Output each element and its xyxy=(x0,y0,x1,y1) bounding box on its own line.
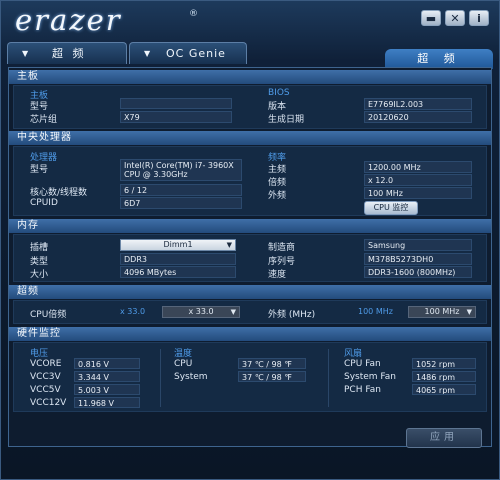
volt-value: 5.003 V xyxy=(74,384,140,395)
oc-ext-select-value: 100 MHz xyxy=(424,307,460,316)
model-label: 型号 xyxy=(30,102,49,112)
chevron-down-icon: ▼ xyxy=(230,308,236,316)
ext-freq-value: 100 MHz xyxy=(364,187,472,199)
temp-label: System xyxy=(174,372,208,382)
speed-label: 速度 xyxy=(268,270,287,280)
mult-value: x 12.0 xyxy=(364,174,472,186)
slot-select-value: Dimm1 xyxy=(163,240,193,249)
cpuid-label: CPUID xyxy=(30,198,58,208)
volt-label: VCC3V xyxy=(30,372,61,382)
mem-size-label: 大小 xyxy=(30,270,49,280)
bios-date-label: 生成日期 xyxy=(268,115,305,125)
mem-size-value: 4096 MBytes xyxy=(120,266,236,278)
chipset-value: X79 xyxy=(120,111,232,123)
serial-value: M378B5273DH0 xyxy=(364,253,472,265)
memory-panel: 插槽 Dimm1 ▼ 类型 DDR3 大小 4096 MBytes 制造商 Sa… xyxy=(13,234,487,282)
chevron-down-icon: ▼ xyxy=(22,49,29,58)
maker-value: Samsung xyxy=(364,239,472,251)
oc-ext-select[interactable]: 100 MHz ▼ xyxy=(408,306,476,318)
model-value xyxy=(120,98,232,109)
voltage-title: 电压 xyxy=(30,349,49,359)
freq-label: 主频 xyxy=(268,165,287,175)
bios-version-value: E7769IL2.003 xyxy=(364,98,472,110)
title-bar: erazer ® ▬ ✕ i xyxy=(1,1,499,37)
mult-label: 倍频 xyxy=(268,178,287,188)
app-window: erazer ® ▬ ✕ i ▼ 超 频 ▼ OC Genie 超 频 主板 主… xyxy=(0,0,500,480)
subheader-bios: BIOS xyxy=(268,88,290,98)
fan-label: CPU Fan xyxy=(344,359,381,369)
cpuid-value: 6D7 xyxy=(120,197,242,209)
registered-mark: ® xyxy=(189,9,198,19)
fan-label: PCH Fan xyxy=(344,385,381,395)
fan-value: 1486 rpm xyxy=(412,371,476,382)
section-header-overclock: 超频 xyxy=(9,285,491,299)
close-button[interactable]: ✕ xyxy=(445,10,465,26)
temp-label: CPU xyxy=(174,359,193,369)
volt-label: VCC12V xyxy=(30,398,67,408)
apply-button[interactable]: 应用 xyxy=(406,428,482,448)
oc-ext-current: 100 MHz xyxy=(358,307,393,316)
minimize-button[interactable]: ▬ xyxy=(421,10,441,26)
cores-label: 核心数/线程数 xyxy=(30,188,88,198)
cpu-monitor-button[interactable]: CPU 监控 xyxy=(364,201,418,215)
hwmon-panel: 电压 VCORE 0.816 V VCC3V 3.344 V VCC5V 5.0… xyxy=(13,342,487,412)
divider xyxy=(160,349,161,407)
ext-freq-label: 外频 xyxy=(268,191,287,201)
temp-value: 37 ℃ / 98 ℉ xyxy=(238,358,306,369)
volt-value: 11.968 V xyxy=(74,397,140,408)
bios-version-label: 版本 xyxy=(268,102,287,112)
cpu-mult-label: CPU倍频 xyxy=(30,310,67,320)
cpu-mult-select[interactable]: x 33.0 ▼ xyxy=(162,306,240,318)
chevron-down-icon: ▼ xyxy=(466,308,472,316)
serial-label: 序列号 xyxy=(268,257,296,267)
slot-select[interactable]: Dimm1 ▼ xyxy=(120,239,236,251)
cpu-model-value: Intel(R) Core(TM) i7- 3960X CPU @ 3.30GH… xyxy=(120,159,242,181)
cpu-mult-select-value: x 33.0 xyxy=(188,307,214,316)
overclock-panel: CPU倍频 x 33.0 x 33.0 ▼ 外频 (MHz) 100 MHz 1… xyxy=(13,300,487,324)
tab-label: 超 频 xyxy=(52,47,87,60)
chipset-label: 芯片组 xyxy=(30,115,58,125)
chevron-down-icon: ▼ xyxy=(144,49,151,58)
volt-value: 3.344 V xyxy=(74,371,140,382)
tab-bar: ▼ 超 频 ▼ OC Genie 超 频 xyxy=(1,39,499,69)
mem-type-label: 类型 xyxy=(30,257,49,267)
chevron-down-icon: ▼ xyxy=(226,241,232,249)
volt-label: VCC5V xyxy=(30,385,61,395)
volt-value: 0.816 V xyxy=(74,358,140,369)
section-header-motherboard: 主板 xyxy=(9,70,491,84)
temperature-title: 温度 xyxy=(174,349,193,359)
cores-value: 6 / 12 xyxy=(120,184,242,196)
cpu-panel: 处理器 型号 Intel(R) Core(TM) i7- 3960X CPU @… xyxy=(13,146,487,216)
motherboard-panel: 主板 型号 芯片组 X79 BIOS 版本 E7769IL2.003 生成日期 … xyxy=(13,85,487,129)
tab-overclock-active[interactable]: 超 频 xyxy=(385,49,493,69)
bios-date-value: 20120620 xyxy=(364,111,472,123)
freq-value: 1200.00 MHz xyxy=(364,161,472,173)
oc-ext-label: 外频 (MHz) xyxy=(268,310,316,320)
cpu-model-label: 型号 xyxy=(30,165,49,175)
fan-title: 风扇 xyxy=(344,349,363,359)
tab-overclock-dropdown[interactable]: ▼ 超 频 xyxy=(7,42,127,64)
cpu-mult-current: x 33.0 xyxy=(120,307,146,316)
fan-label: System Fan xyxy=(344,372,396,382)
main-panel: 主板 主板 型号 芯片组 X79 BIOS 版本 E7769IL2.003 生成… xyxy=(8,67,492,447)
divider xyxy=(328,349,329,407)
volt-label: VCORE xyxy=(30,359,62,369)
section-header-hwmon: 硬件监控 xyxy=(9,327,491,341)
fan-value: 1052 rpm xyxy=(412,358,476,369)
speed-value: DDR3-1600 (800MHz) xyxy=(364,266,472,278)
slot-label: 插槽 xyxy=(30,243,49,253)
info-button[interactable]: i xyxy=(469,10,489,26)
erazer-logo: erazer xyxy=(15,3,122,37)
section-header-memory: 内存 xyxy=(9,219,491,233)
tab-oc-genie[interactable]: ▼ OC Genie xyxy=(129,42,247,64)
temp-value: 37 ℃ / 98 ℉ xyxy=(238,371,306,382)
mem-type-value: DDR3 xyxy=(120,253,236,265)
tab-label: OC Genie xyxy=(166,47,226,60)
maker-label: 制造商 xyxy=(268,243,296,253)
fan-value: 4065 rpm xyxy=(412,384,476,395)
section-header-cpu: 中央处理器 xyxy=(9,131,491,145)
